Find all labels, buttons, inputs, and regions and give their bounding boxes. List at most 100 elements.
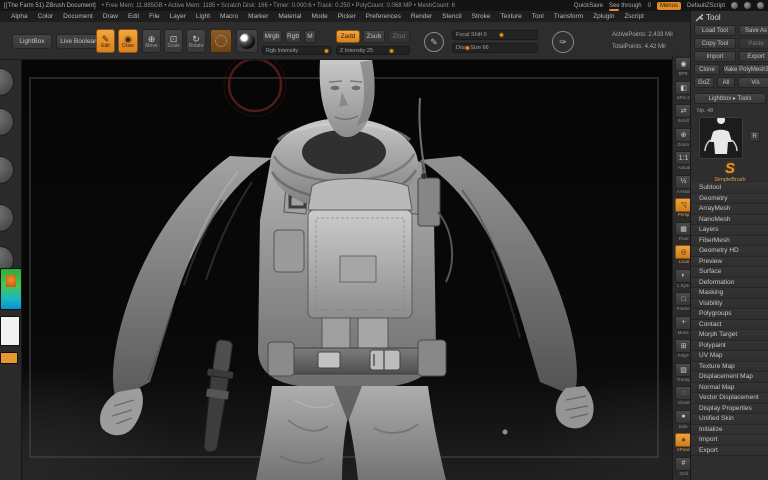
zcut-button[interactable]: Zcut [388,30,410,43]
current-material-button[interactable] [236,29,258,53]
zsub-button[interactable]: Zsub [363,30,385,43]
menu-item[interactable]: Stroke [467,13,496,20]
subpalette-row[interactable]: Display Properties [691,404,768,415]
subpalette-row[interactable]: Subtool [691,183,768,194]
mrgb-button[interactable]: Mrgb [262,30,282,43]
goz-button[interactable]: GoZ [694,77,714,88]
see-through-slider[interactable]: See through [609,3,642,9]
focal-shift-knob[interactable] [499,33,504,38]
stroke-thumbnail[interactable] [0,108,14,136]
menu-item[interactable]: Zplugin [588,13,619,20]
lightbox-button[interactable]: LightBox [12,34,52,49]
secondary-color-swatch[interactable] [0,352,18,364]
titlebar-icon-1[interactable] [731,2,738,9]
subpalette-row[interactable]: Surface [691,267,768,278]
subpalette-row[interactable]: Visibility [691,299,768,310]
menu-item[interactable]: Preferences [361,13,406,20]
tool-r-button[interactable]: R [749,131,760,142]
menu-item[interactable]: Alpha [6,13,33,20]
subpalette-row[interactable]: Preview [691,257,768,268]
stroke-pen-icon[interactable]: ✑ [552,31,574,53]
subpalette-row[interactable]: Contact [691,320,768,331]
menu-item[interactable]: Texture [495,13,526,20]
menu-item[interactable]: Tool [527,13,549,20]
menu-item[interactable]: Picker [333,13,361,20]
move-button[interactable]: ⊕ Move [142,29,161,53]
menu-item[interactable]: Document [58,13,98,20]
document-canvas[interactable] [22,60,672,480]
focal-shift-slider[interactable]: Focal Shift 0 [452,30,538,40]
brush-modifier-icon[interactable]: ✎ [424,32,444,52]
draw-size-knob[interactable] [465,46,470,51]
draw-size-slider[interactable]: Draw Size 66 [452,43,538,53]
subpalette-row[interactable]: Unified Skin [691,414,768,425]
zadd-button[interactable]: Zadd [336,30,360,43]
color-picker-swatch[interactable] [0,268,22,310]
subpalette-row[interactable]: Vector Displacement [691,393,768,404]
menu-item[interactable]: Transform [549,13,588,20]
subpalette-row[interactable]: Initialize [691,425,768,436]
menu-item[interactable]: Material [273,13,306,20]
subpalette-row[interactable]: Deformation [691,278,768,289]
subpalette-row[interactable]: Layers [691,225,768,236]
subpalette-row[interactable]: Masking [691,288,768,299]
titlebar-icon-3[interactable] [757,2,764,9]
lightbox-tools-button[interactable]: Lightbox ▸ Tools [694,93,766,104]
rgb-intensity-knob[interactable] [324,48,329,53]
menu-item[interactable]: Color [33,13,59,20]
import-button[interactable]: Import [694,51,736,62]
goz-all-button[interactable]: All [717,77,735,88]
main-color-swatch[interactable] [0,316,20,346]
default-zscript-button[interactable]: DefaultZScript [687,3,725,9]
rotate-button[interactable]: ↻ Rotate [186,29,206,53]
current-stroke-button[interactable] [210,29,232,53]
tool-panel-header[interactable]: Tool [695,13,721,22]
menu-item[interactable]: Stencil [437,13,467,20]
menus-button[interactable]: Menus [657,2,681,10]
subpalette-row[interactable]: NanoMesh [691,215,768,226]
subpalette-row[interactable]: Geometry HD [691,246,768,257]
subpalette-row[interactable]: ArrayMesh [691,204,768,215]
copy-tool-button[interactable]: Copy Tool [694,38,736,49]
menu-item[interactable]: Marker [243,13,273,20]
goz-visible-button[interactable]: Vis [738,77,768,88]
current-tool-thumbnail[interactable] [699,117,743,159]
subpalette-row[interactable]: Polygroups [691,309,768,320]
rgb-button[interactable]: Rgb [285,30,301,43]
subpalette-row[interactable]: Import [691,435,768,446]
subpalette-row[interactable]: Displacement Map [691,372,768,383]
quicksave-button[interactable]: QuickSave [574,3,603,9]
z-intensity-slider[interactable]: Z Intensity 25 [336,46,410,55]
menu-item[interactable]: Render [406,13,437,20]
save-as-button[interactable]: Save As [739,25,768,36]
rgb-intensity-slider[interactable]: Rgb Intensity [262,46,332,55]
menu-item[interactable]: File [144,13,164,20]
menu-item[interactable]: Draw [98,13,123,20]
menu-item[interactable]: Layer [165,13,191,20]
menu-item[interactable]: Mode [306,13,332,20]
subpalette-row[interactable]: Polypaint [691,341,768,352]
subpalette-row[interactable]: Export [691,446,768,457]
menu-item[interactable]: Macro [215,13,243,20]
subpalette-row[interactable]: Texture Map [691,362,768,373]
menu-item[interactable]: Light [191,13,215,20]
active-tool[interactable]: S SimpleBrush [691,161,768,183]
subpalette-row[interactable]: FiberMesh [691,236,768,247]
draw-button[interactable]: ◉ Draw [118,29,138,53]
edit-button[interactable]: ✎ Edit [96,29,115,53]
m-button[interactable]: M [304,30,316,43]
menu-item[interactable]: Edit [123,13,144,20]
titlebar-icon-2[interactable] [744,2,751,9]
clone-button[interactable]: Clone [694,64,720,75]
export-button[interactable]: Export [739,51,768,62]
load-tool-button[interactable]: Load Tool [694,25,736,36]
make-polymesh-button[interactable]: Make PolyMesh3D [723,64,768,75]
menu-item[interactable]: Zscript [619,13,649,20]
z-intensity-knob[interactable] [389,48,394,53]
subpalette-row[interactable]: Morph Target [691,330,768,341]
scale-button[interactable]: ⊡ Scale [164,29,183,53]
subpalette-row[interactable]: Geometry [691,194,768,205]
subpalette-row[interactable]: UV Map [691,351,768,362]
subpalette-row[interactable]: Normal Map [691,383,768,394]
brush-thumbnail[interactable] [0,68,14,96]
